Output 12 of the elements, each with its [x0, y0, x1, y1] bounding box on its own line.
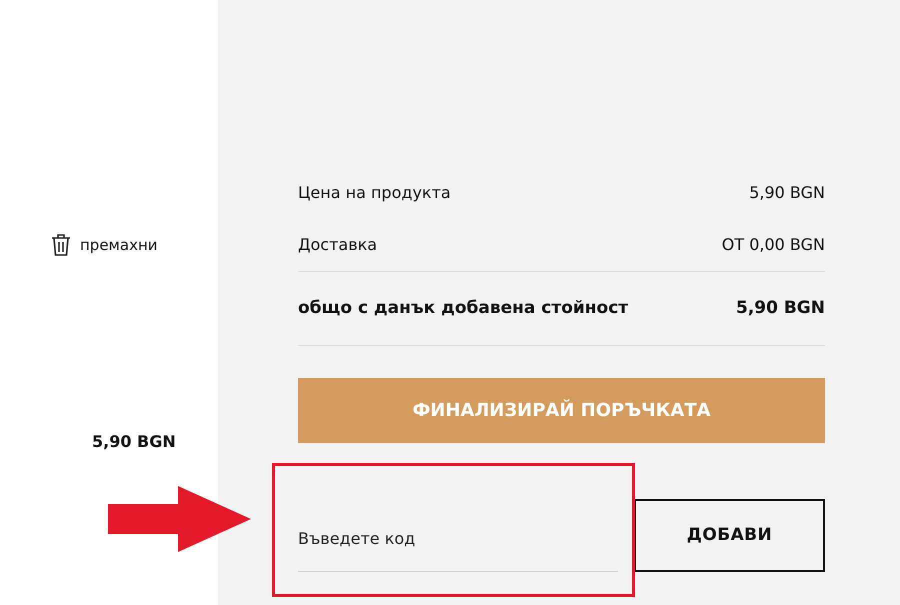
total-value: 5,90 BGN: [736, 296, 825, 320]
item-price: 5,90 BGN: [92, 431, 176, 453]
summary-label: Цена на продукта: [298, 182, 451, 204]
total-label: общо с данък добавена стойност: [298, 296, 628, 320]
remove-link[interactable]: премахни: [80, 234, 158, 256]
summary-label: Доставка: [298, 234, 378, 256]
summary-value: ОТ 0,00 BGN: [722, 234, 825, 256]
code-input-field[interactable]: Въведете код: [298, 499, 618, 572]
pointer-arrow-icon: [108, 486, 251, 552]
trash-icon[interactable]: [50, 233, 72, 257]
add-button[interactable]: ДОБАВИ: [634, 499, 825, 572]
summary-value: 5,90 BGN: [749, 182, 825, 204]
